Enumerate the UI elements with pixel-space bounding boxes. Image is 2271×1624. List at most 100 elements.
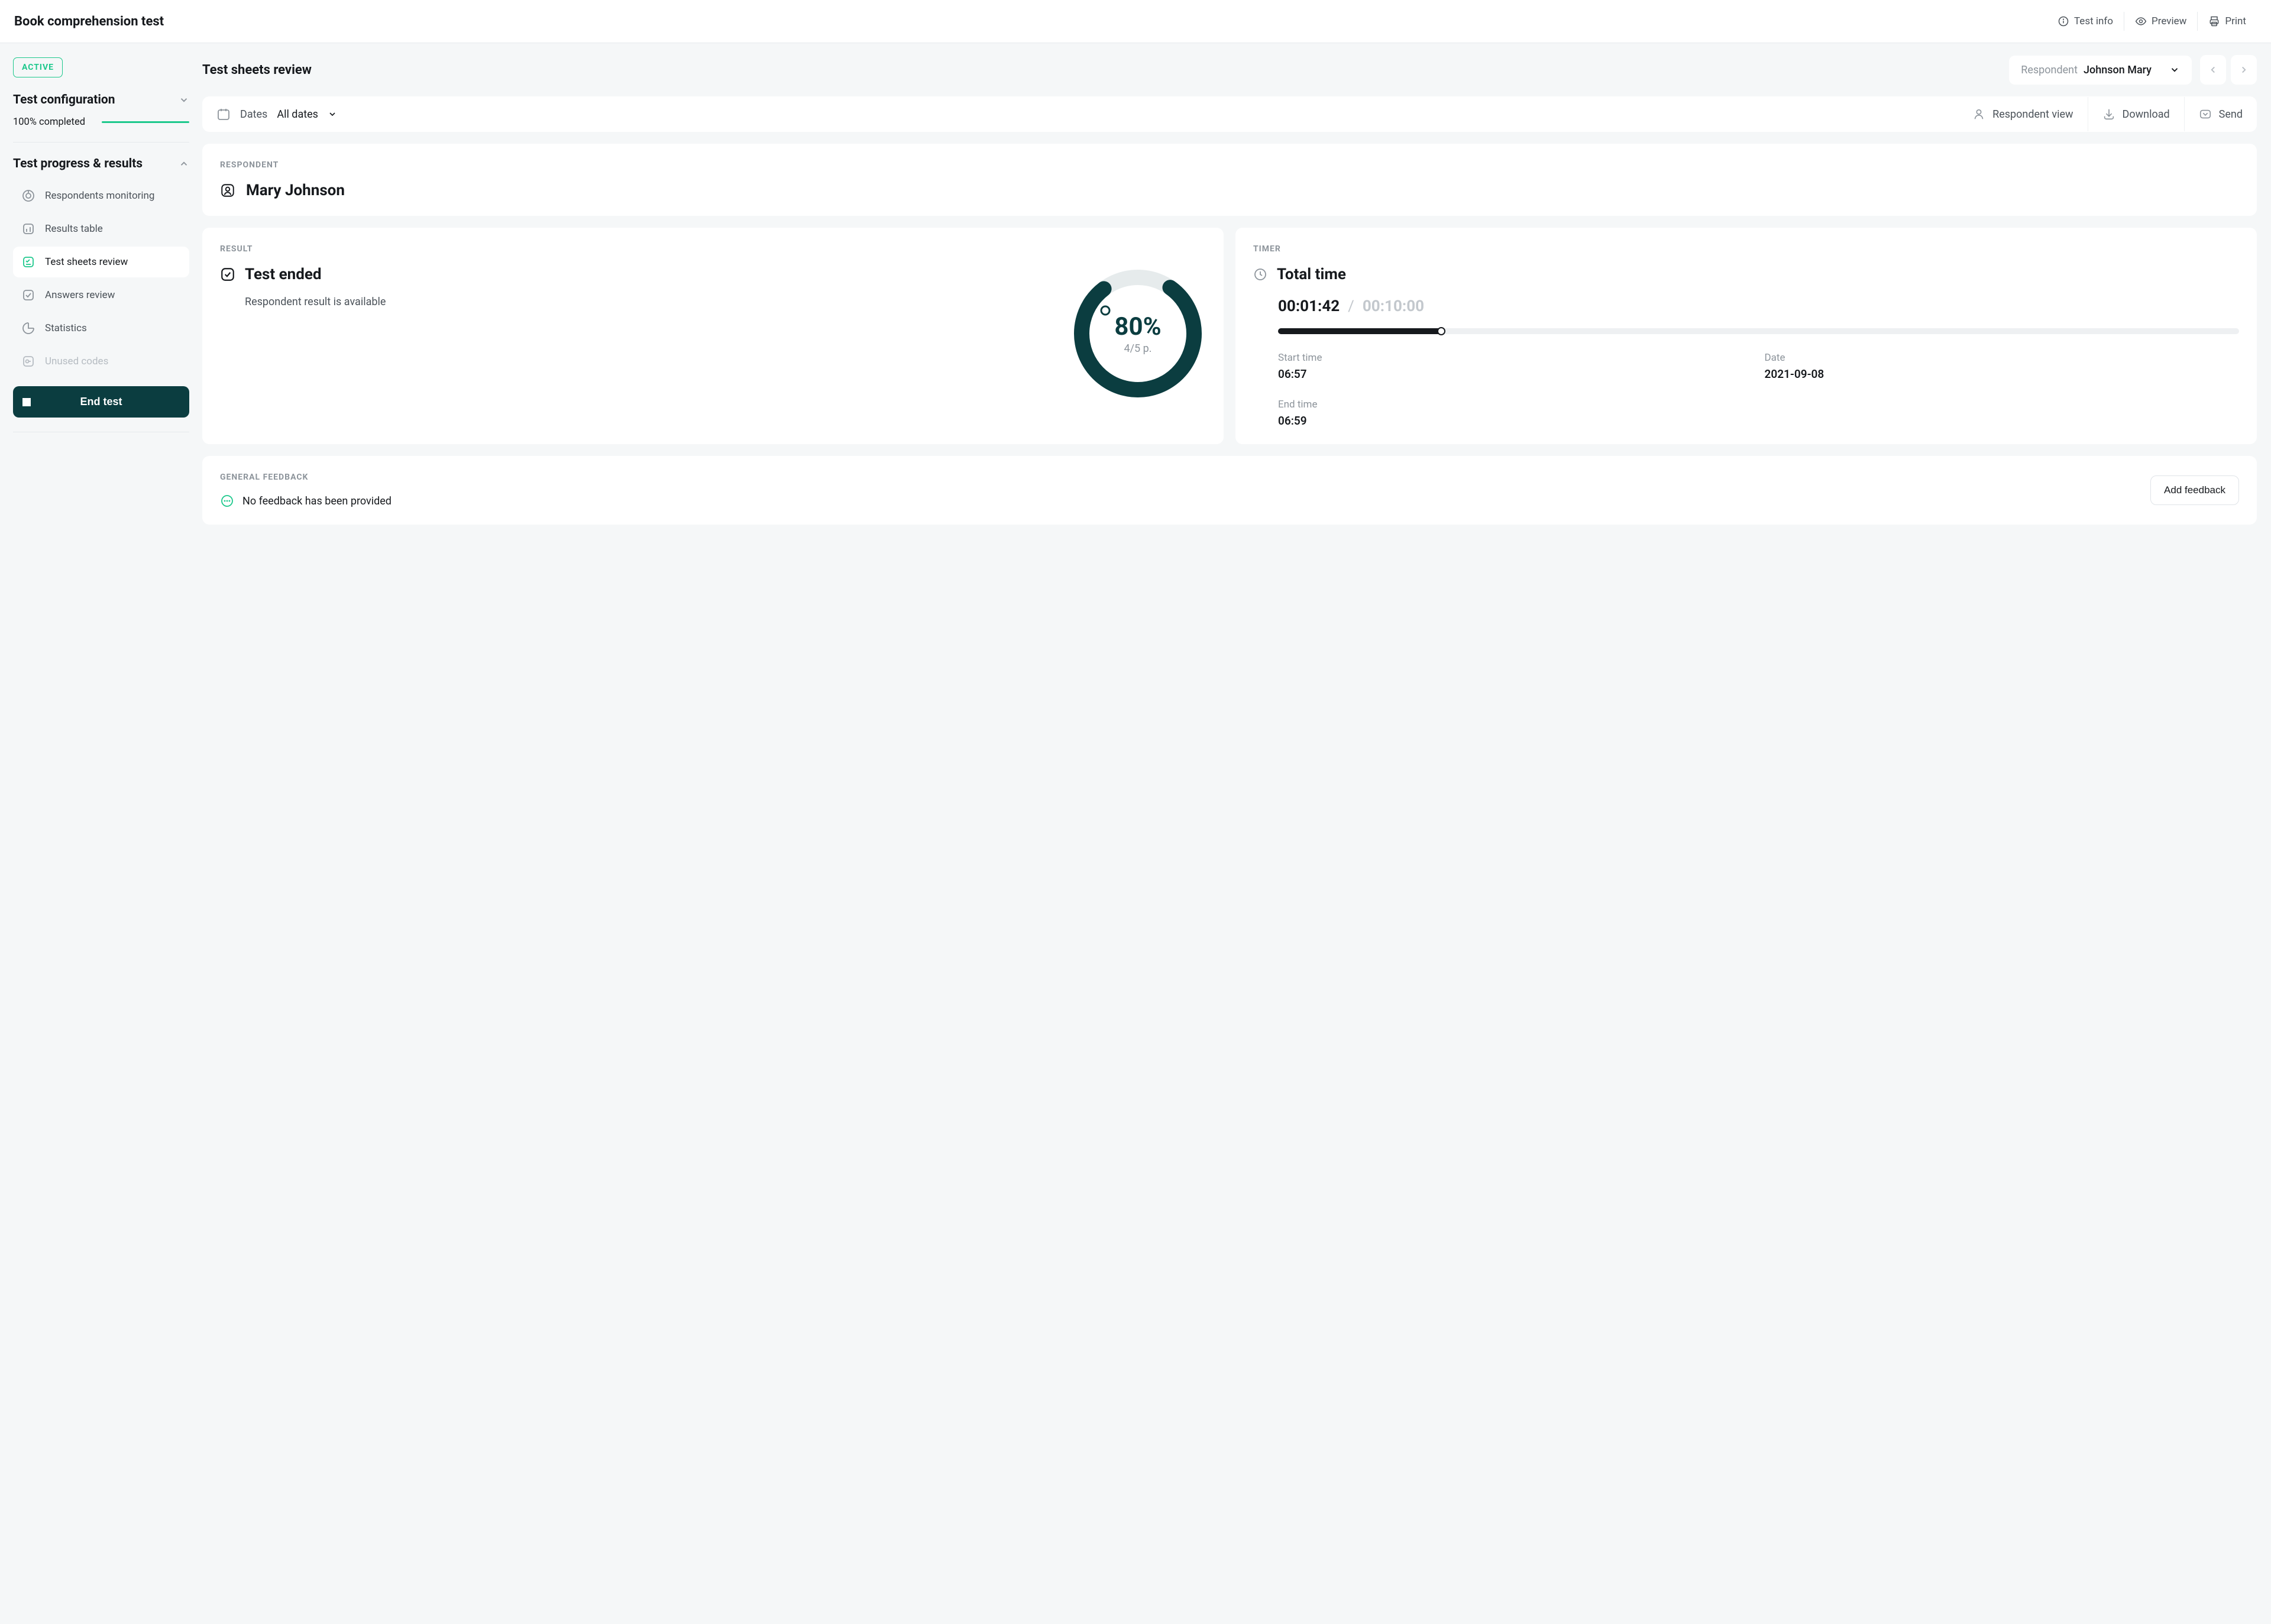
download-button[interactable]: Download	[2088, 97, 2184, 131]
result-status-title: Test ended	[245, 266, 322, 283]
next-respondent-button[interactable]	[2231, 55, 2257, 85]
chat-icon	[220, 494, 234, 508]
clock-icon	[1253, 267, 1267, 282]
sidebar-item-statistics[interactable]: Statistics	[13, 313, 189, 344]
user-icon	[1972, 108, 1985, 121]
timer-separator: /	[1348, 297, 1354, 315]
topbar-actions: Test info Preview Print	[2047, 12, 2257, 31]
checklist-icon	[21, 255, 35, 269]
test-info-button[interactable]: Test info	[2047, 12, 2124, 31]
result-card-label: RESULT	[220, 244, 1206, 254]
date-value: 2021-09-08	[1765, 367, 2240, 381]
sidebar-item-label: Unused codes	[45, 355, 108, 367]
sidebar-item-label: Statistics	[45, 322, 87, 334]
printer-icon	[2208, 15, 2220, 27]
chevron-down-icon	[179, 95, 189, 105]
section-title-configuration: Test configuration	[13, 93, 115, 107]
respondent-dropdown-value: Johnson Mary	[2084, 64, 2152, 76]
user-badge-icon	[220, 183, 235, 198]
monitoring-icon	[21, 189, 35, 203]
score-percent: 80%	[1114, 312, 1161, 341]
section-header-configuration[interactable]: Test configuration	[13, 93, 189, 107]
end-test-label: End test	[80, 396, 122, 408]
status-badge: ACTIVE	[13, 57, 63, 77]
sidebar: ACTIVE Test configuration 100% completed…	[0, 43, 202, 1624]
feedback-empty-text: No feedback has been provided	[242, 495, 392, 507]
result-status-desc: Respondent result is available	[245, 294, 1056, 310]
chevron-down-icon	[2169, 64, 2180, 75]
dates-filter[interactable]: Dates All dates	[202, 96, 351, 132]
main-title: Test sheets review	[202, 63, 312, 77]
timer-card-label: TIMER	[1253, 244, 2239, 254]
eye-icon	[2135, 15, 2147, 27]
respondent-view-button[interactable]: Respondent view	[1958, 97, 2087, 131]
download-label: Download	[2123, 108, 2170, 121]
main-header: Test sheets review Respondent Johnson Ma…	[202, 55, 2257, 85]
respondent-nav-arrows	[2200, 55, 2257, 85]
end-time-block: End time 06:59	[1278, 399, 1753, 428]
completion-row: 100% completed	[13, 117, 189, 128]
feedback-card-label: GENERAL FEEDBACK	[220, 473, 392, 482]
end-test-button[interactable]: End test	[13, 386, 189, 418]
sidebar-item-answers-review[interactable]: Answers review	[13, 280, 189, 310]
timer-progress-fill	[1278, 328, 1441, 334]
start-time-value: 06:57	[1278, 367, 1753, 381]
key-icon	[21, 354, 35, 368]
sidebar-item-label: Respondents monitoring	[45, 190, 154, 202]
sidebar-item-unused-codes: Unused codes	[13, 346, 189, 377]
respondent-view-label: Respondent view	[1992, 108, 2073, 121]
stop-icon	[22, 398, 31, 406]
dates-value: All dates	[277, 108, 318, 121]
toolbar: Dates All dates Respondent view Download…	[202, 96, 2257, 132]
sidebar-item-label: Answers review	[45, 289, 115, 301]
page-title: Book comprehension test	[14, 14, 164, 29]
pie-chart-icon	[21, 321, 35, 335]
send-label: Send	[2219, 108, 2243, 121]
score-points: 4/5 p.	[1124, 342, 1152, 355]
sidebar-item-results-table[interactable]: Results table	[13, 213, 189, 244]
respondent-selector: Respondent Johnson Mary	[2009, 55, 2257, 85]
check-square-icon	[21, 288, 35, 302]
add-feedback-button[interactable]: Add feedback	[2150, 475, 2239, 505]
test-info-label: Test info	[2074, 15, 2113, 27]
chevron-left-icon	[2208, 64, 2218, 75]
download-icon	[2102, 108, 2115, 121]
completion-bar	[102, 121, 189, 123]
dates-label: Dates	[240, 108, 267, 121]
preview-button[interactable]: Preview	[2124, 12, 2198, 31]
print-button[interactable]: Print	[2198, 12, 2257, 31]
prev-respondent-button[interactable]	[2200, 55, 2226, 85]
main: Test sheets review Respondent Johnson Ma…	[202, 43, 2271, 1624]
info-icon	[2058, 15, 2069, 27]
timer-elapsed: 00:01:42	[1278, 297, 1340, 315]
sidebar-item-label: Test sheets review	[45, 256, 128, 268]
timer-total: 00:10:00	[1363, 297, 1424, 315]
section-header-progress[interactable]: Test progress & results	[13, 157, 189, 171]
table-icon	[21, 222, 35, 236]
sidebar-item-monitoring[interactable]: Respondents monitoring	[13, 180, 189, 211]
respondent-card-label: RESPONDENT	[220, 160, 2239, 170]
chevron-up-icon	[179, 158, 189, 169]
start-time-label: Start time	[1278, 352, 1753, 364]
topbar: Book comprehension test Test info Previe…	[0, 0, 2271, 43]
preview-label: Preview	[2152, 15, 2186, 27]
result-card: RESULT Test ended Respondent result is a…	[202, 228, 1224, 444]
check-square-icon	[220, 267, 235, 282]
sidebar-item-label: Results table	[45, 223, 103, 235]
timer-title: Total time	[1277, 266, 1346, 283]
section-title-progress: Test progress & results	[13, 157, 143, 171]
end-time-value: 06:59	[1278, 414, 1753, 428]
chevron-right-icon	[2238, 64, 2249, 75]
end-time-label: End time	[1278, 399, 1753, 410]
sidebar-item-sheets-review[interactable]: Test sheets review	[13, 247, 189, 277]
completion-text: 100% completed	[13, 117, 85, 128]
divider	[13, 142, 189, 143]
date-block: Date 2021-09-08	[1765, 352, 2240, 381]
respondent-card: RESPONDENT Mary Johnson	[202, 144, 2257, 216]
date-label: Date	[1765, 352, 2240, 364]
toolbar-actions: Respondent view Download Send	[1958, 97, 2257, 131]
timer-card: TIMER Total time 00:01:42 / 00:10:00	[1235, 228, 2257, 444]
respondent-dropdown[interactable]: Respondent Johnson Mary	[2009, 56, 2192, 85]
send-button[interactable]: Send	[2184, 97, 2257, 131]
respondent-dropdown-label: Respondent	[2021, 64, 2078, 76]
